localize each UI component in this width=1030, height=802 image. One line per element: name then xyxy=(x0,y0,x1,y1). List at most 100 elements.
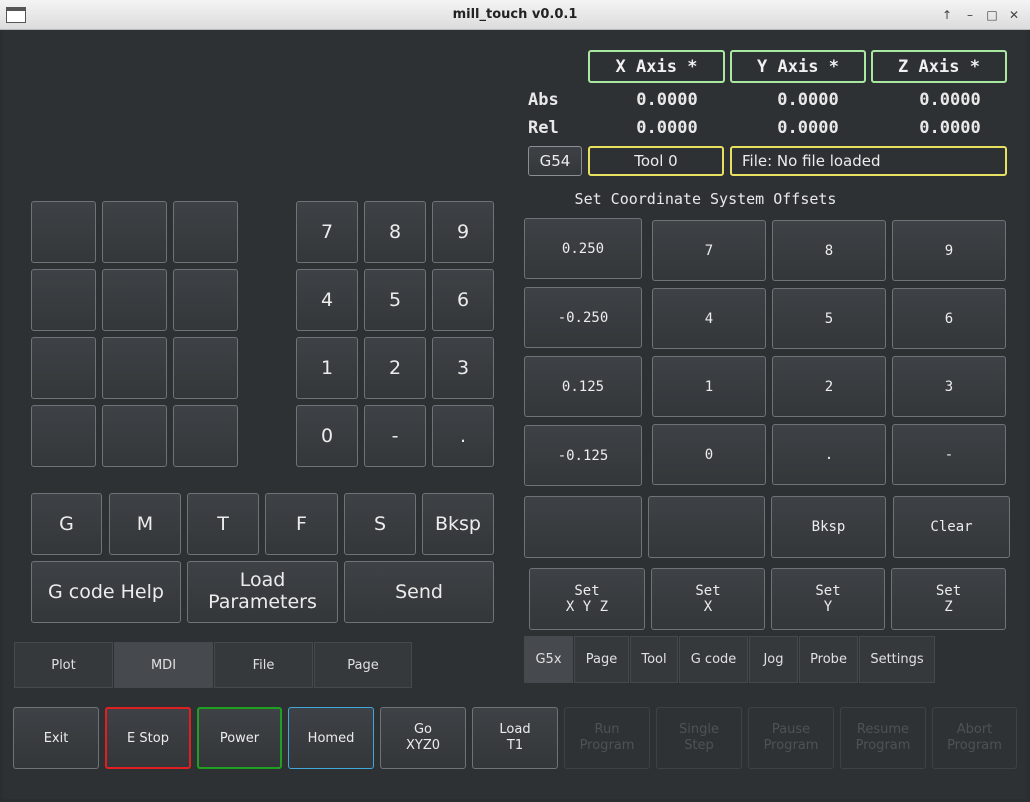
tab-gcode[interactable]: G code xyxy=(679,636,748,683)
mdi-blank-key[interactable] xyxy=(173,201,238,263)
rel-z-value: 0.0000 xyxy=(919,118,981,138)
mdi-key-minus[interactable]: - xyxy=(364,405,426,467)
axis-header-y: Y Axis * xyxy=(730,50,866,83)
go-xyz0-button[interactable]: Go XYZ0 xyxy=(380,707,466,769)
minimize-icon[interactable]: – xyxy=(961,7,979,23)
pause-program-button[interactable]: Pause Program xyxy=(748,707,834,769)
abs-y-value: 0.0000 xyxy=(777,90,839,110)
tab-jog[interactable]: Jog xyxy=(749,636,798,683)
mdi-blank-key[interactable] xyxy=(31,405,96,467)
set-x-button[interactable]: Set X xyxy=(651,568,765,630)
mdi-blank-key[interactable] xyxy=(173,405,238,467)
offset-key-8[interactable]: 8 xyxy=(772,220,886,281)
tab-page-right[interactable]: Page xyxy=(574,636,629,683)
offset-key-1[interactable]: 1 xyxy=(652,356,766,417)
mdi-blank-key[interactable] xyxy=(102,201,167,263)
offset-key-5[interactable]: 5 xyxy=(772,288,886,349)
estop-button[interactable]: E Stop xyxy=(105,707,191,769)
exit-button[interactable]: Exit xyxy=(13,707,99,769)
keep-above-icon[interactable]: ↑ xyxy=(938,7,956,23)
axis-header-x: X Axis * xyxy=(588,50,725,83)
mdi-blank-key[interactable] xyxy=(31,201,96,263)
file-status: File: No file loaded xyxy=(730,146,1007,176)
abs-x-value: 0.0000 xyxy=(636,90,698,110)
mdi-key-8[interactable]: 8 xyxy=(364,201,426,263)
single-step-button[interactable]: Single Step xyxy=(656,707,742,769)
mdi-backspace-button[interactable]: Bksp xyxy=(422,493,494,555)
tab-tool[interactable]: Tool xyxy=(630,636,678,683)
offset-preset-0-250[interactable]: 0.250 xyxy=(524,218,642,279)
offset-clear-button[interactable]: Clear xyxy=(893,496,1010,558)
mdi-key-0[interactable]: 0 xyxy=(296,405,358,467)
set-z-button[interactable]: Set Z xyxy=(891,568,1006,630)
offsets-title: Set Coordinate System Offsets xyxy=(574,190,837,208)
load-t1-button[interactable]: Load T1 xyxy=(472,707,558,769)
offset-preset-0-125[interactable]: 0.125 xyxy=(524,356,642,417)
maximize-icon[interactable]: □ xyxy=(983,7,1001,23)
mdi-blank-key[interactable] xyxy=(173,269,238,331)
tab-plot[interactable]: Plot xyxy=(14,642,113,688)
offset-key-6[interactable]: 6 xyxy=(892,288,1006,349)
tab-g5x[interactable]: G5x xyxy=(524,636,573,683)
offset-key-3[interactable]: 3 xyxy=(892,356,1006,417)
offset-key-7[interactable]: 7 xyxy=(652,220,766,281)
offset-key-2[interactable]: 2 xyxy=(772,356,886,417)
offset-key-minus[interactable]: - xyxy=(892,424,1006,485)
offset-key-9[interactable]: 9 xyxy=(892,220,1006,281)
title-bar: mill_touch v0.0.1 ↑ – □ ✕ xyxy=(0,0,1030,30)
homed-button[interactable]: Homed xyxy=(288,707,374,769)
window-title: mill_touch v0.0.1 xyxy=(452,7,578,22)
axis-header-z: Z Axis * xyxy=(871,50,1007,83)
mdi-key-5[interactable]: 5 xyxy=(364,269,426,331)
tab-file[interactable]: File xyxy=(214,642,313,688)
mdi-key-dot[interactable]: . xyxy=(432,405,494,467)
rel-x-value: 0.0000 xyxy=(636,118,698,138)
mdi-blank-key[interactable] xyxy=(102,405,167,467)
set-xyz-button[interactable]: Set X Y Z xyxy=(529,568,645,630)
mdi-key-f[interactable]: F xyxy=(265,493,338,555)
offset-backspace-button[interactable]: Bksp xyxy=(771,496,886,558)
rel-y-value: 0.0000 xyxy=(777,118,839,138)
mdi-key-t[interactable]: T xyxy=(187,493,259,555)
mdi-blank-key[interactable] xyxy=(173,337,238,399)
power-button[interactable]: Power xyxy=(197,707,282,769)
abort-program-button[interactable]: Abort Program xyxy=(932,707,1017,769)
mdi-key-2[interactable]: 2 xyxy=(364,337,426,399)
set-y-button[interactable]: Set Y xyxy=(771,568,885,630)
close-icon[interactable]: ✕ xyxy=(1005,7,1023,23)
mdi-key-9[interactable]: 9 xyxy=(432,201,494,263)
offset-preset-minus-0-125[interactable]: -0.125 xyxy=(524,425,642,486)
load-parameters-button[interactable]: Load Parameters xyxy=(187,561,338,623)
offset-preset-minus-0-250[interactable]: -0.250 xyxy=(524,287,642,348)
mdi-key-6[interactable]: 6 xyxy=(432,269,494,331)
offset-blank-key[interactable] xyxy=(524,496,642,558)
mdi-key-3[interactable]: 3 xyxy=(432,337,494,399)
mdi-key-g[interactable]: G xyxy=(31,493,102,555)
mdi-key-4[interactable]: 4 xyxy=(296,269,358,331)
gcode-help-button[interactable]: G code Help xyxy=(31,561,181,623)
mdi-key-7[interactable]: 7 xyxy=(296,201,358,263)
mdi-blank-key[interactable] xyxy=(31,269,96,331)
tool-status: Tool 0 xyxy=(588,146,724,176)
tab-page[interactable]: Page xyxy=(314,642,412,688)
offset-key-dot[interactable]: . xyxy=(772,424,886,485)
resume-program-button[interactable]: Resume Program xyxy=(840,707,926,769)
mdi-blank-key[interactable] xyxy=(31,337,96,399)
mdi-key-1[interactable]: 1 xyxy=(296,337,358,399)
tab-mdi[interactable]: MDI xyxy=(114,642,213,688)
tab-probe[interactable]: Probe xyxy=(799,636,858,683)
mdi-key-m[interactable]: M xyxy=(109,493,181,555)
offset-blank-key[interactable] xyxy=(648,496,765,558)
run-program-button[interactable]: Run Program xyxy=(564,707,650,769)
mdi-blank-key[interactable] xyxy=(102,269,167,331)
abs-z-value: 0.0000 xyxy=(919,90,981,110)
rel-label: Rel xyxy=(528,118,559,138)
mdi-blank-key[interactable] xyxy=(102,337,167,399)
abs-label: Abs xyxy=(528,90,559,110)
mdi-key-s[interactable]: S xyxy=(344,493,416,555)
offset-key-4[interactable]: 4 xyxy=(652,288,766,349)
offset-key-0[interactable]: 0 xyxy=(652,424,766,485)
coord-system-badge: G54 xyxy=(528,146,582,176)
tab-settings[interactable]: Settings xyxy=(859,636,935,683)
send-button[interactable]: Send xyxy=(344,561,494,623)
